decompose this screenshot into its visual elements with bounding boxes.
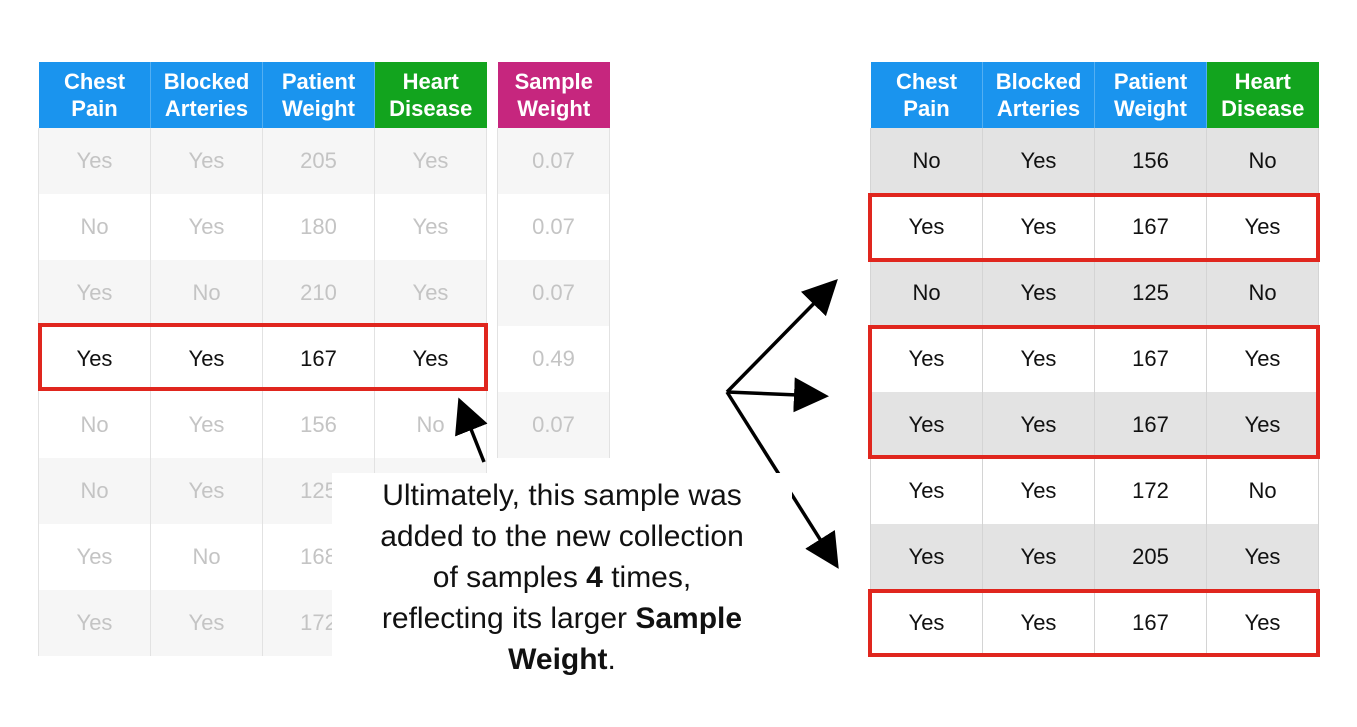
caption-count: 4: [586, 561, 603, 594]
caption-text: of samples: [432, 561, 587, 594]
caption-emphasis: Sample: [635, 602, 743, 635]
caption-line: added to the new collection: [380, 520, 744, 553]
explanation-caption: Ultimately, this sample was added to the…: [332, 473, 792, 682]
caption-line: reflecting its larger Sample: [332, 598, 792, 639]
arrow-to-copy-2: [726, 377, 829, 413]
caption-line: Ultimately, this sample was: [382, 479, 742, 512]
caption-line: of samples 4 times,: [332, 557, 792, 598]
caption-emphasis: Weight: [508, 643, 608, 676]
caption-text: .: [607, 643, 616, 676]
caption-text: reflecting its larger: [381, 602, 636, 635]
caption-line: Weight.: [332, 639, 792, 680]
arrow-to-copy-1: [725, 279, 838, 394]
arrow-to-selected-sample: [455, 397, 488, 463]
caption-text: times,: [602, 561, 692, 594]
